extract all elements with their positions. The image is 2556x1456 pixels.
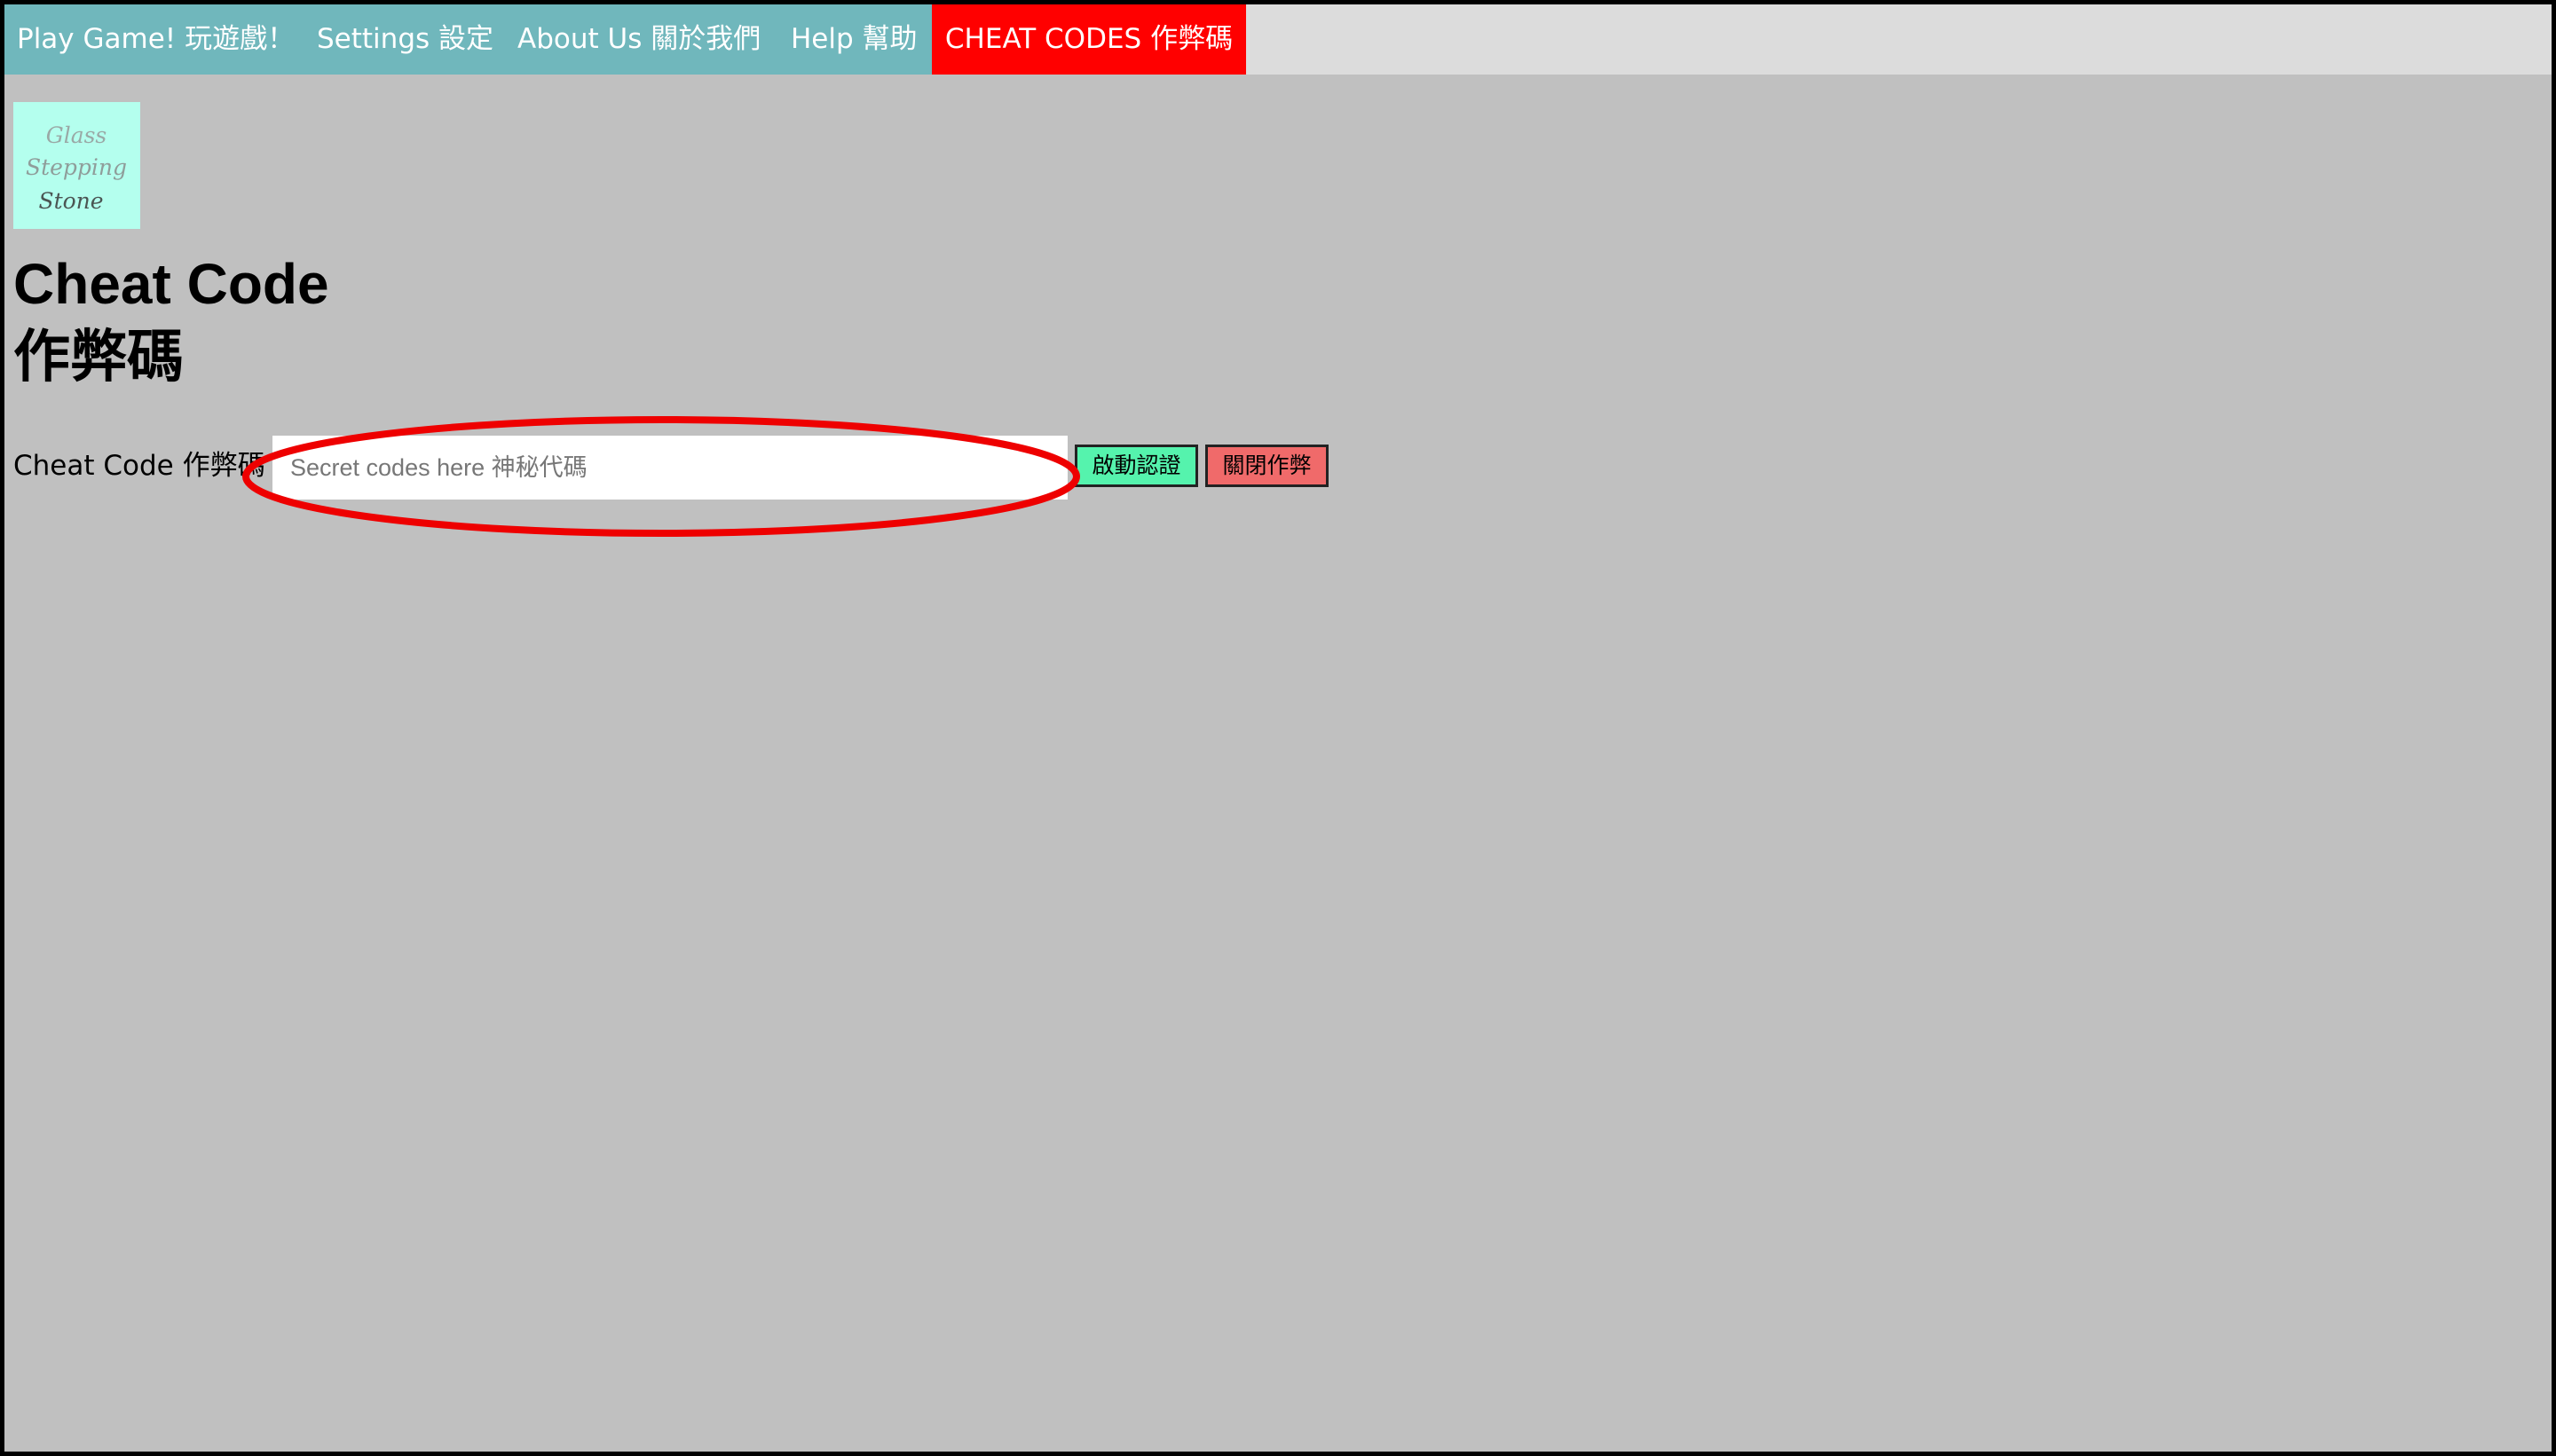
disable-cheat-button[interactable]: 關閉作弊	[1205, 445, 1329, 487]
page-title-chinese: 作弊碼	[13, 325, 184, 389]
top-navbar: Play Game! 玩遊戲！ Settings 設定 About Us 關於我…	[4, 4, 2552, 75]
activate-cheat-button[interactable]: 啟動認證	[1075, 445, 1198, 487]
page-title-english: Cheat Code	[13, 252, 329, 316]
logo-line-2: Stepping	[26, 154, 127, 180]
page-frame: Play Game! 玩遊戲！ Settings 設定 About Us 關於我…	[0, 0, 2556, 1456]
logo-line-3: Stone	[38, 188, 103, 214]
page-title: Cheat Code 作弊碼	[13, 248, 329, 393]
glass-stepping-stone-logo: Glass Stepping Stone	[13, 102, 140, 229]
nav-help[interactable]: Help 幫助	[791, 4, 918, 75]
nav-settings[interactable]: Settings 設定	[317, 4, 493, 75]
nav-cheat-codes[interactable]: CHEAT CODES 作弊碼	[932, 4, 1246, 75]
cheat-code-label: Cheat Code 作弊碼 :	[13, 450, 283, 482]
nav-about-us[interactable]: About Us 關於我們	[517, 4, 761, 75]
nav-play-game[interactable]: Play Game! 玩遊戲！	[17, 4, 295, 75]
logo-line-1: Glass	[46, 122, 107, 148]
cheat-code-input[interactable]	[272, 436, 1068, 500]
